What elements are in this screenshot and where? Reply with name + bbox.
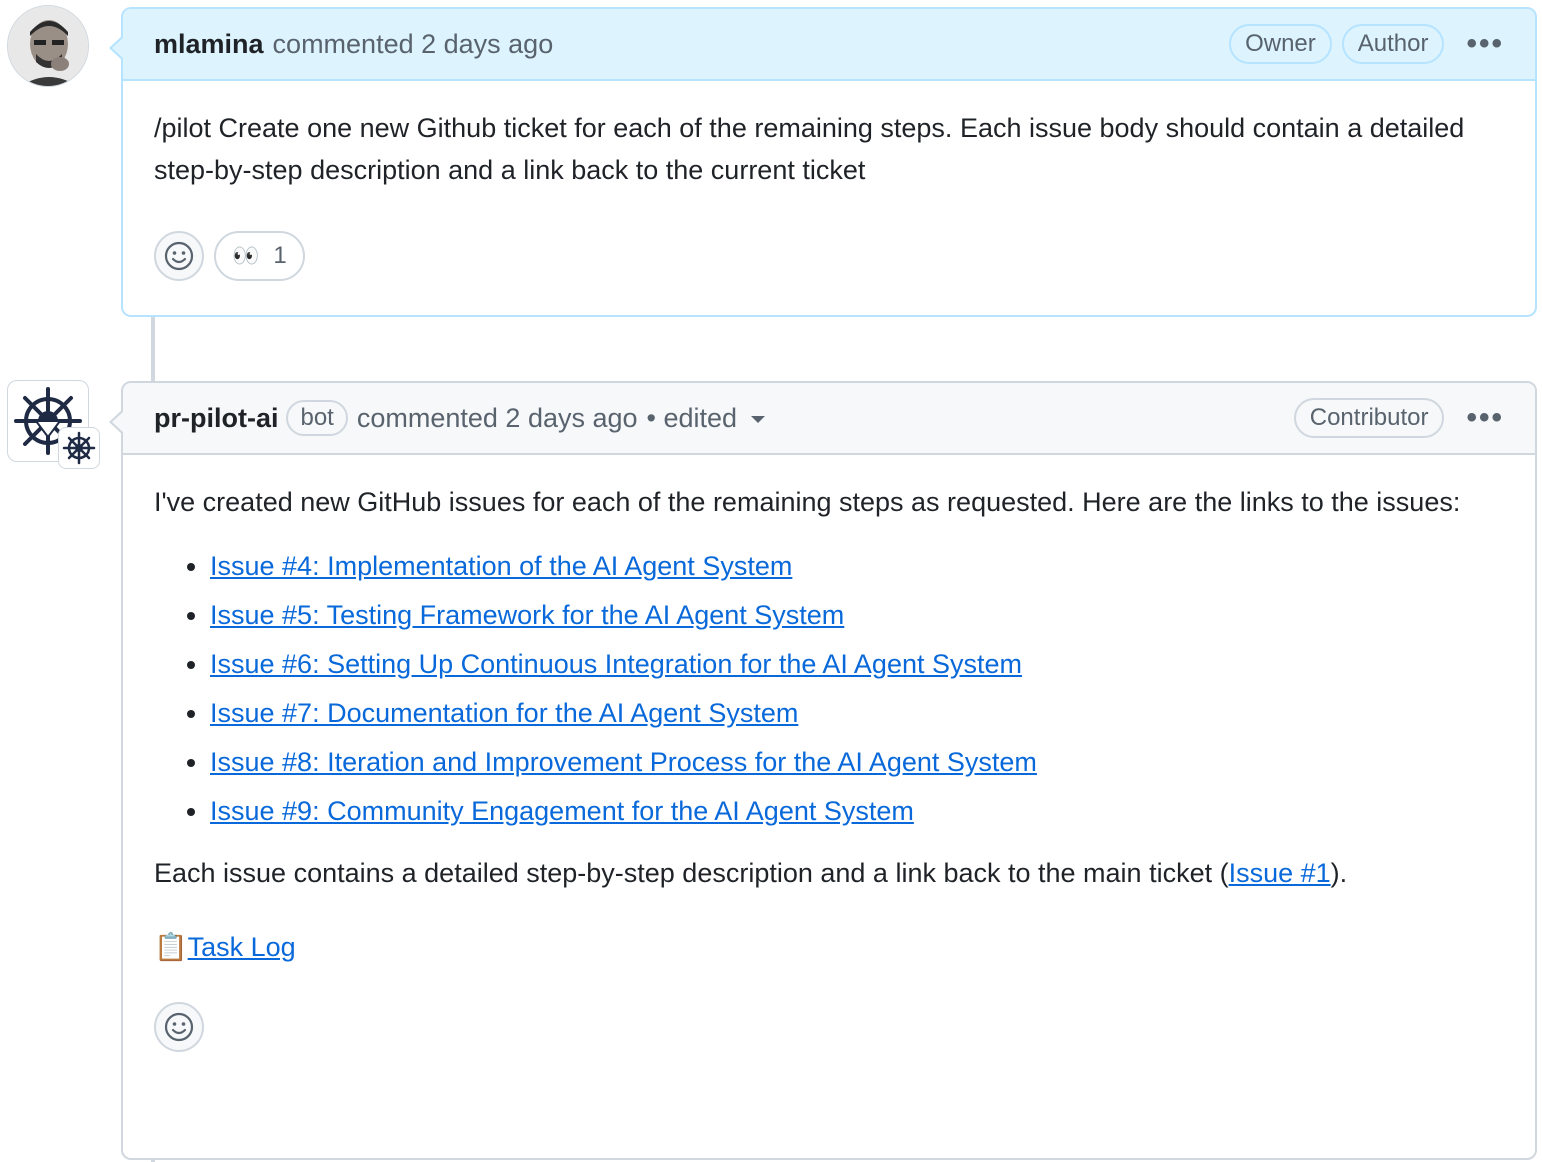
smiley-icon xyxy=(164,1012,194,1042)
comment-timestamp[interactable]: commented 2 days ago xyxy=(357,403,638,434)
reaction-count: 1 xyxy=(273,242,287,269)
list-item: Issue #6: Setting Up Continuous Integrat… xyxy=(210,643,1504,685)
list-item: Issue #9: Community Engagement for the A… xyxy=(210,790,1504,832)
reactions-bar xyxy=(154,1002,1504,1052)
comment-header: mlamina commented 2 days ago Owner Autho… xyxy=(123,9,1535,81)
comment-mlamina: mlamina commented 2 days ago Owner Autho… xyxy=(109,7,1537,317)
edited-dropdown[interactable]: • edited xyxy=(647,403,766,434)
task-log-link[interactable]: Task Log xyxy=(188,932,296,962)
eyes-reaction-button[interactable]: 👀 1 xyxy=(214,231,305,281)
issue-link-4[interactable]: Issue #4: Implementation of the AI Agent… xyxy=(210,551,792,581)
comment-author[interactable]: mlamina xyxy=(154,29,264,60)
list-item: Issue #7: Documentation for the AI Agent… xyxy=(210,692,1504,734)
comment-outro: Each issue contains a detailed step-by-s… xyxy=(154,852,1504,894)
issue-link-1[interactable]: Issue #1 xyxy=(1229,858,1331,888)
issue-link-7[interactable]: Issue #7: Documentation for the AI Agent… xyxy=(210,698,798,728)
app-badge-icon xyxy=(58,427,100,469)
task-log-line: 📋Task Log xyxy=(154,926,1504,968)
outro-text: Each issue contains a detailed step-by-s… xyxy=(154,858,1229,888)
eyes-emoji-icon: 👀 xyxy=(232,243,260,268)
comment-pr-pilot-ai: pr-pilot-ai bot commented 2 days ago • e… xyxy=(109,381,1537,1160)
comment-caret xyxy=(109,409,124,435)
triangle-down-icon xyxy=(751,415,766,423)
comment-body: I've created new GitHub issues for each … xyxy=(123,455,1535,1052)
add-reaction-button[interactable] xyxy=(154,1002,204,1052)
author-badge: Author xyxy=(1341,24,1445,64)
clipboard-icon: 📋 xyxy=(154,932,188,962)
ship-wheel-small-icon xyxy=(62,431,96,465)
contributor-badge: Contributor xyxy=(1293,398,1445,438)
outro-end: ). xyxy=(1330,858,1348,888)
comment-body: /pilot Create one new Github ticket for … xyxy=(123,81,1535,281)
add-reaction-button[interactable] xyxy=(154,231,204,281)
user-avatar-icon xyxy=(8,6,88,86)
issue-link-list: Issue #4: Implementation of the AI Agent… xyxy=(154,545,1504,832)
list-item: Issue #5: Testing Framework for the AI A… xyxy=(210,594,1504,636)
mlamina-avatar[interactable] xyxy=(7,5,89,87)
issue-link-8[interactable]: Issue #8: Iteration and Improvement Proc… xyxy=(210,747,1037,777)
timeline-connector xyxy=(151,316,155,382)
bot-badge: bot xyxy=(286,400,348,436)
issue-link-9[interactable]: Issue #9: Community Engagement for the A… xyxy=(210,796,914,826)
comment-text: /pilot Create one new Github ticket for … xyxy=(154,113,1465,185)
comment-intro: I've created new GitHub issues for each … xyxy=(154,487,1461,517)
issue-link-6[interactable]: Issue #6: Setting Up Continuous Integrat… xyxy=(210,649,1022,679)
owner-badge: Owner xyxy=(1229,24,1332,64)
issue-link-5[interactable]: Issue #5: Testing Framework for the AI A… xyxy=(210,600,844,630)
edited-label: • edited xyxy=(646,402,738,433)
comment-author[interactable]: pr-pilot-ai xyxy=(154,403,278,434)
list-item: Issue #4: Implementation of the AI Agent… xyxy=(210,545,1504,587)
kebab-horizontal-icon[interactable]: ••• xyxy=(1466,403,1504,433)
comment-header: pr-pilot-ai bot commented 2 days ago • e… xyxy=(123,383,1535,455)
list-item: Issue #8: Iteration and Improvement Proc… xyxy=(210,741,1504,783)
reactions-bar: 👀 1 xyxy=(154,231,1504,281)
comment-timestamp[interactable]: commented 2 days ago xyxy=(273,29,554,60)
kebab-horizontal-icon[interactable]: ••• xyxy=(1466,29,1504,59)
smiley-icon xyxy=(164,241,194,271)
comment-caret xyxy=(109,35,124,61)
